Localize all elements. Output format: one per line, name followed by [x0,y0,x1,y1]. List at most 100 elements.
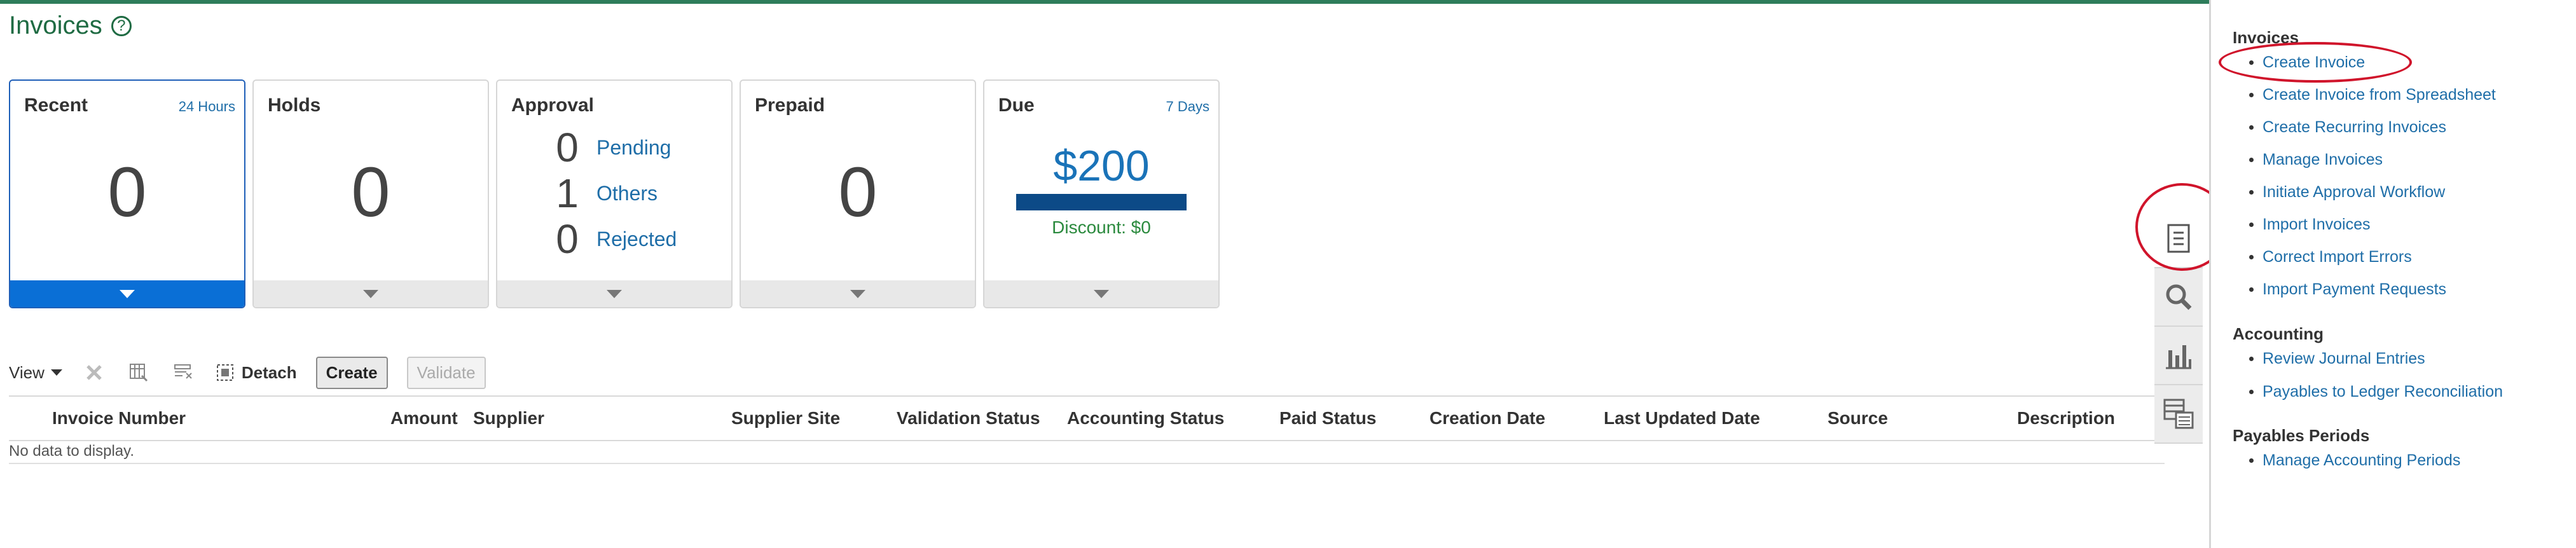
tile-recent-range[interactable]: 24 Hours [179,99,235,115]
bullet-icon [2249,158,2254,162]
tile-recent-label: Recent [24,95,88,116]
tile-prepaid[interactable]: Prepaid 0 [740,79,976,308]
section-title-payables-periods: Payables Periods [2233,426,2370,445]
approval-count: 1 [556,170,579,216]
tile-holds[interactable]: Holds 0 [252,79,489,308]
link-label[interactable]: Import Payment Requests [2263,280,2446,299]
tile-holds-count: 0 [351,153,390,231]
tile-due-expand[interactable] [984,280,1218,307]
reports-tab[interactable] [2154,385,2203,444]
detach-icon [216,364,233,381]
column-header-supplier-site[interactable]: Supplier Site [731,408,840,428]
chevron-down-icon [1094,289,1109,298]
tile-approval[interactable]: Approval 0 Pending 1 Others 0 Rejected [496,79,733,308]
page-title: Invoices [9,11,102,39]
column-header-accounting-status[interactable]: Accounting Status [1067,408,1224,428]
due-amount: $200 [1053,142,1150,190]
link-label[interactable]: Review Journal Entries [2263,350,2425,368]
column-header-description[interactable]: Description [2017,408,2115,428]
bullet-icon [2249,223,2254,227]
bullet-icon [2249,390,2254,394]
approval-row-rejected[interactable]: 0 Rejected [554,216,677,263]
column-header-paid-status[interactable]: Paid Status [1279,408,1376,428]
link-correct-import-errors[interactable]: Correct Import Errors [2249,248,2412,266]
bullet-icon [2249,93,2254,97]
bullet-icon [2249,125,2254,130]
due-bar [1016,194,1187,210]
tile-holds-expand[interactable] [254,280,488,307]
analytics-tab[interactable] [2154,327,2203,385]
delete-icon[interactable] [81,360,107,385]
tile-approval-label: Approval [511,95,595,116]
approval-label[interactable]: Others [596,182,658,205]
column-header-amount[interactable]: Amount [390,408,458,428]
approval-count: 0 [556,216,579,262]
link-manage-accounting-periods[interactable]: Manage Accounting Periods [2249,451,2460,470]
wrap-columns-icon[interactable] [170,360,196,385]
tile-recent-expand[interactable] [10,280,244,307]
column-header-source[interactable]: Source [1828,408,1888,428]
search-tab[interactable] [2154,268,2203,327]
link-label[interactable]: Manage Accounting Periods [2263,451,2460,470]
bullet-icon [2249,458,2254,463]
link-label[interactable]: Import Invoices [2263,216,2371,234]
tile-recent-count: 0 [107,153,147,231]
search-icon [2166,284,2192,310]
column-header-supplier[interactable]: Supplier [473,408,544,428]
link-create-recurring-invoices[interactable]: Create Recurring Invoices [2249,118,2446,137]
link-create-invoice-from-spreadsheet[interactable]: Create Invoice from Spreadsheet [2249,86,2496,104]
reports-icon [2163,399,2194,429]
invoices-table: Invoice Number Amount Supplier Supplier … [9,395,2165,464]
link-manage-invoices[interactable]: Manage Invoices [2249,151,2383,169]
bullet-icon [2249,190,2254,195]
tile-holds-label: Holds [268,95,321,116]
freeze-columns-icon[interactable] [126,360,151,385]
section-title-accounting: Accounting [2233,324,2324,343]
link-label[interactable]: Create Invoice from Spreadsheet [2263,86,2496,104]
create-button[interactable]: Create [315,356,388,389]
approval-label[interactable]: Pending [596,136,671,160]
tile-prepaid-label: Prepaid [755,95,825,116]
question-circle-icon[interactable]: ? [111,15,132,36]
tile-due[interactable]: Due 7 Days $200 Discount: $0 [983,79,1220,308]
due-discount: Discount: $0 [1052,217,1151,237]
column-header-last-updated-date[interactable]: Last Updated Date [1604,408,1760,428]
link-label[interactable]: Correct Import Errors [2263,248,2412,266]
link-label[interactable]: Payables to Ledger Reconciliation [2263,383,2503,401]
approval-row-others[interactable]: 1 Others [554,170,658,217]
view-menu[interactable]: View [9,363,62,383]
tile-approval-expand[interactable] [497,280,731,307]
detach-label: Detach [241,362,297,382]
link-review-journal-entries[interactable]: Review Journal Entries [2249,350,2425,368]
tile-prepaid-count: 0 [838,153,878,231]
column-header-creation-date[interactable]: Creation Date [1429,408,1545,428]
tile-due-range[interactable]: 7 Days [1166,99,1209,115]
validate-button[interactable]: Validate [406,356,486,389]
tile-prepaid-expand[interactable] [741,280,975,307]
link-initiate-approval-workflow[interactable]: Initiate Approval Workflow [2249,183,2445,202]
link-import-payment-requests[interactable]: Import Payment Requests [2249,280,2446,299]
tile-due-label: Due [998,95,1035,116]
bullet-icon [2249,287,2254,292]
approval-label[interactable]: Rejected [596,228,677,251]
link-payables-to-ledger-reconciliation[interactable]: Payables to Ledger Reconciliation [2249,383,2503,401]
bar-chart-icon [2166,345,2191,369]
tasks-panel: Invoices Create Invoice Create Invoice f… [2209,0,2576,548]
column-header-validation-status[interactable]: Validation Status [897,408,1040,428]
tile-recent[interactable]: Recent 24 Hours 0 [9,79,245,308]
approval-count: 0 [556,125,579,170]
chevron-down-icon [50,369,62,376]
link-label[interactable]: Initiate Approval Workflow [2263,183,2445,202]
link-label[interactable]: Manage Invoices [2263,151,2383,169]
empty-table-message: No data to display. [9,442,135,460]
annotation-ellipse [2219,42,2412,83]
table-bottom-border [9,463,2165,464]
view-menu-label: View [9,362,45,382]
link-import-invoices[interactable]: Import Invoices [2249,216,2371,234]
detach-button[interactable]: Detach [215,362,297,383]
link-label[interactable]: Create Recurring Invoices [2263,118,2446,137]
page-header: Invoices ? [9,11,132,40]
chevron-down-icon [850,289,865,298]
approval-row-pending[interactable]: 0 Pending [554,124,671,171]
column-header-invoice-number[interactable]: Invoice Number [52,408,186,428]
